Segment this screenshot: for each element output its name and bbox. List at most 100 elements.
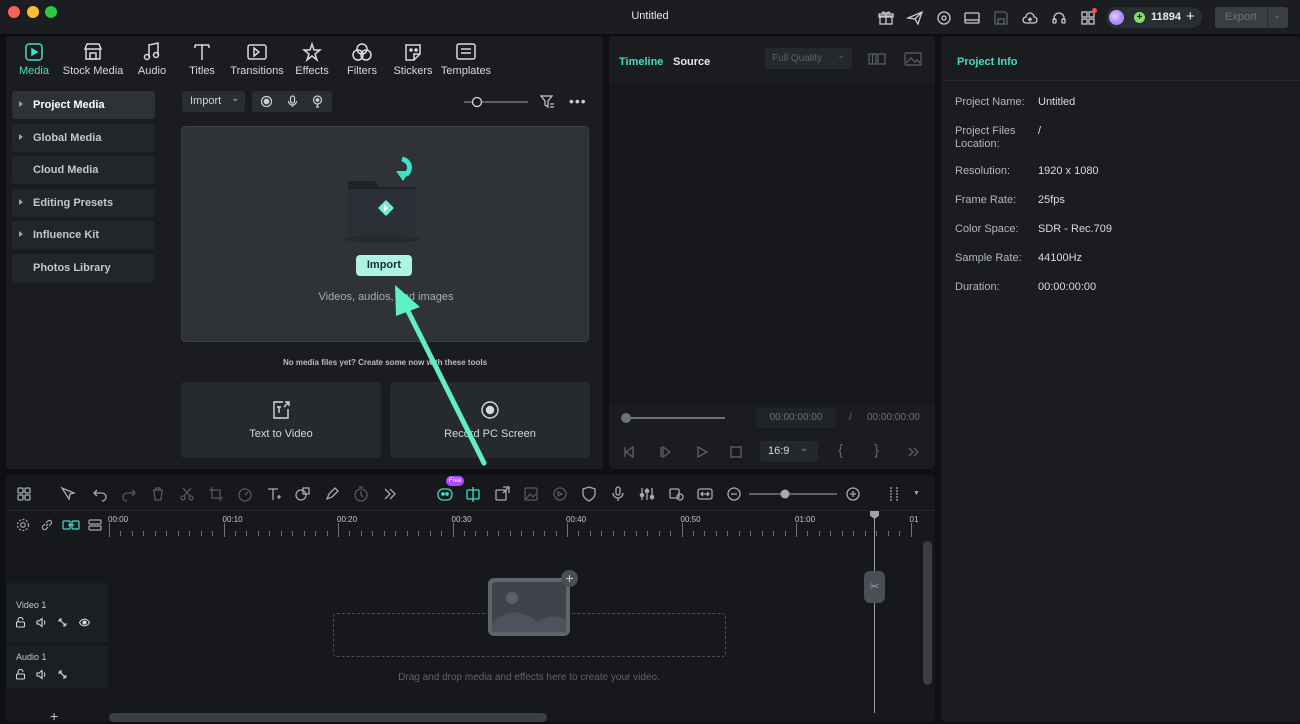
divider [6, 510, 935, 511]
lock-icon[interactable] [15, 617, 26, 628]
text-to-video-card[interactable]: Text to Video [181, 382, 381, 458]
crop-icon[interactable] [207, 485, 225, 503]
previous-frame-icon[interactable] [622, 445, 636, 459]
playhead-handle[interactable] [870, 511, 879, 519]
layout-grid-icon[interactable] [15, 485, 33, 503]
render-preview-icon[interactable] [667, 485, 685, 503]
sidebar-item-photos-library[interactable]: Photos Library [12, 253, 155, 282]
text-tool-icon[interactable] [265, 485, 283, 503]
aspect-ratio-dropdown[interactable]: 16:9 ⌄ [760, 441, 818, 462]
zoom-in-icon[interactable] [844, 485, 862, 503]
sync-icon[interactable] [551, 485, 569, 503]
import-button[interactable]: Import [356, 255, 412, 276]
send-icon[interactable] [906, 9, 924, 27]
more-options-icon[interactable]: ••• [569, 93, 587, 109]
snapshot-icon[interactable] [904, 51, 922, 67]
speaker-icon[interactable] [36, 617, 47, 628]
record-webcam-icon[interactable] [260, 95, 273, 108]
horizontal-scrollbar[interactable] [109, 713, 547, 722]
add-media-icon[interactable]: + [561, 570, 578, 587]
snap-icon[interactable] [62, 518, 80, 532]
save-icon[interactable] [992, 9, 1010, 27]
auto-ripple-icon[interactable] [57, 669, 68, 680]
stop-icon[interactable] [730, 446, 742, 458]
speaker-icon[interactable] [36, 669, 47, 680]
vertical-scrollbar[interactable] [923, 541, 932, 685]
filter-icon[interactable] [540, 94, 555, 109]
sidebar-item-editing-presets[interactable]: Editing Presets [12, 188, 155, 217]
shield-icon[interactable] [580, 485, 598, 503]
eye-icon[interactable] [79, 617, 90, 628]
credits-pill[interactable]: + 11894 + [1106, 7, 1202, 28]
tab-source[interactable]: Source [673, 56, 710, 68]
mark-out-icon[interactable]: } [874, 442, 879, 459]
redo-icon[interactable] [120, 485, 138, 503]
record-voiceover-icon[interactable] [286, 95, 299, 108]
timeline-settings-icon[interactable] [16, 518, 30, 532]
tab-timeline[interactable]: Timeline [619, 56, 663, 68]
caret-right-icon[interactable] [19, 198, 23, 205]
tab-templates[interactable]: Templates [426, 42, 506, 77]
export-clip-icon[interactable] [493, 485, 511, 503]
lock-icon[interactable] [15, 669, 26, 680]
tutorial-icon[interactable] [935, 9, 953, 27]
split-scene-icon[interactable] [464, 485, 482, 503]
caret-right-icon[interactable] [19, 133, 23, 140]
fit-timeline-icon[interactable] [696, 485, 714, 503]
delete-icon[interactable] [149, 485, 167, 503]
apps-grid-icon[interactable] [1079, 8, 1097, 27]
preview-canvas[interactable] [609, 84, 935, 406]
image-edit-icon[interactable] [522, 485, 540, 503]
auto-ripple-icon[interactable] [57, 617, 68, 628]
more-tools-icon[interactable] [381, 485, 399, 503]
split-marker-icon[interactable]: ✂ [864, 571, 885, 603]
pen-icon[interactable] [323, 485, 341, 503]
export-button[interactable]: Export ⌄ [1215, 7, 1288, 28]
sidebar-item-project-media[interactable]: Project Media [12, 91, 155, 119]
timer-icon[interactable] [352, 485, 370, 503]
sidebar-item-global-media[interactable]: Global Media [12, 123, 155, 152]
track-manager-icon[interactable] [88, 518, 102, 532]
next-frame-icon[interactable] [658, 445, 672, 459]
link-icon[interactable] [40, 518, 54, 532]
add-credits-icon[interactable]: + [1186, 8, 1195, 25]
ai-copilot-icon[interactable] [436, 485, 454, 503]
playback-scrubber[interactable] [619, 411, 727, 425]
timeline-view-icon[interactable] [886, 485, 904, 503]
audio-mixer-icon[interactable] [638, 485, 656, 503]
shape-mask-icon[interactable] [294, 485, 312, 503]
sidebar-item-cloud-media[interactable]: Cloud Media [12, 156, 155, 184]
project-info-panel: Project Info Project Name: Untitled Projec… [941, 36, 1300, 722]
more-player-tools-icon[interactable] [907, 445, 921, 459]
gift-icon[interactable] [877, 9, 895, 27]
chevron-down-icon: ⌄ [800, 443, 809, 454]
thumbnail-size-slider[interactable] [464, 96, 528, 108]
microphone-icon[interactable] [609, 485, 627, 503]
compare-view-icon[interactable] [868, 52, 886, 66]
cloud-upload-icon[interactable] [1021, 9, 1039, 27]
avatar[interactable] [1109, 10, 1124, 25]
mark-in-icon[interactable]: { [838, 442, 843, 459]
select-tool-icon[interactable] [59, 485, 77, 503]
caret-down-icon[interactable]: ▼ [913, 490, 920, 497]
sidebar-item-label: Influence Kit [33, 229, 100, 241]
info-value: SDR - Rec.709 [1038, 223, 1112, 235]
speed-icon[interactable] [236, 485, 254, 503]
timeline-zoom-slider[interactable] [749, 485, 837, 503]
sidebar-item-influence-kit[interactable]: Influence Kit [12, 221, 155, 249]
caret-right-icon[interactable] [19, 231, 23, 237]
import-dropdown[interactable]: Import ⌄ [182, 91, 245, 112]
chevron-down-icon[interactable]: ⌄ [1273, 10, 1281, 21]
zoom-out-icon[interactable] [725, 485, 743, 503]
play-icon[interactable] [695, 445, 709, 459]
ai-voice-icon[interactable] [311, 95, 324, 108]
cut-icon[interactable] [178, 485, 196, 503]
caret-right-icon[interactable] [19, 101, 23, 107]
quality-dropdown[interactable]: Full Quality ⌄ [765, 48, 852, 69]
window-title: Untitled [631, 10, 669, 22]
undo-icon[interactable] [91, 485, 109, 503]
support-headset-icon[interactable] [1050, 9, 1068, 27]
layout-icon[interactable] [963, 9, 981, 27]
playhead[interactable] [874, 511, 875, 713]
ruler-tick [395, 531, 397, 536]
